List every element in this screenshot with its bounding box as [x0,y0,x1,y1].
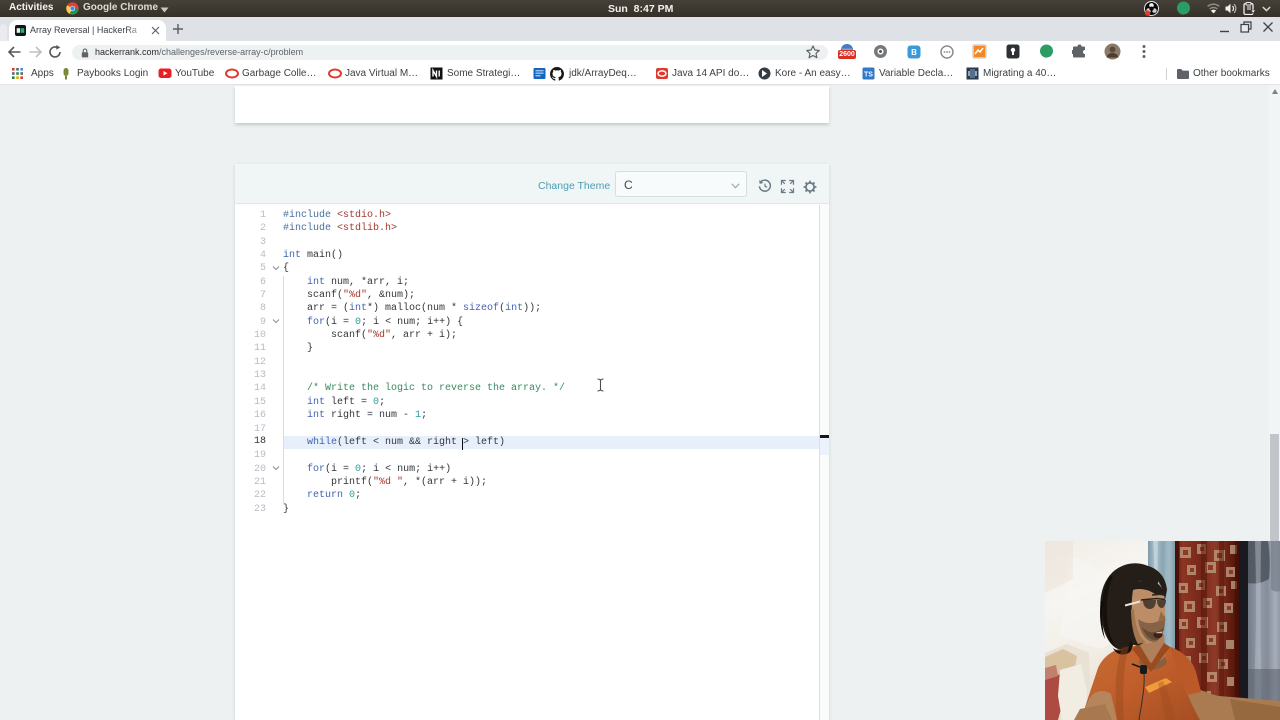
svg-text:TS: TS [864,72,873,79]
svg-text:B: B [911,48,917,57]
